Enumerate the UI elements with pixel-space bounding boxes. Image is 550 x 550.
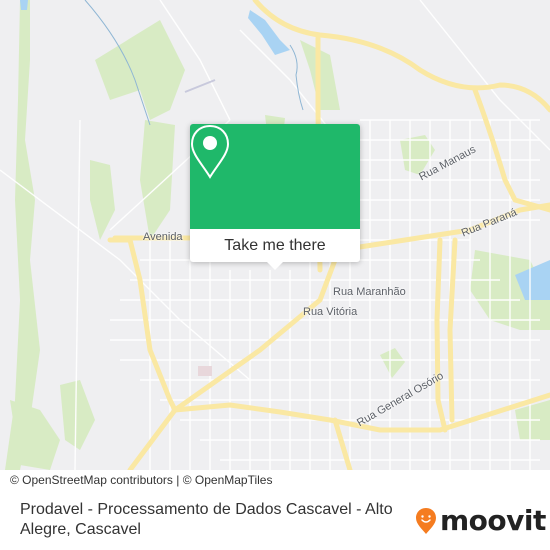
popup-header bbox=[190, 124, 360, 229]
runway bbox=[184, 79, 216, 93]
moovit-pin-icon bbox=[416, 507, 436, 534]
footer: Prodavel - Processamento de Dados Cascav… bbox=[0, 490, 550, 550]
map-attribution[interactable]: © OpenStreetMap contributors | © OpenMap… bbox=[0, 470, 283, 490]
location-popup: Take me there bbox=[190, 124, 360, 270]
road-label-rua-vitoria: Rua Vitória bbox=[303, 306, 358, 318]
building bbox=[198, 366, 212, 376]
moovit-brand-text: moovit bbox=[440, 504, 546, 537]
place-title: Prodavel - Processamento de Dados Cascav… bbox=[20, 501, 393, 538]
moovit-logo[interactable]: moovit bbox=[415, 504, 546, 537]
road-label-avenida: Avenida bbox=[143, 231, 183, 243]
road-label-rua-maranhao: Rua Maranhão bbox=[333, 286, 406, 298]
popup-arrow bbox=[267, 262, 283, 270]
map-pin-icon bbox=[190, 124, 230, 179]
take-me-there-button[interactable]: Take me there bbox=[190, 229, 360, 262]
map[interactable]: Rua Manaus Rua Paraná Rua Maranhão Rua V… bbox=[0, 0, 550, 470]
